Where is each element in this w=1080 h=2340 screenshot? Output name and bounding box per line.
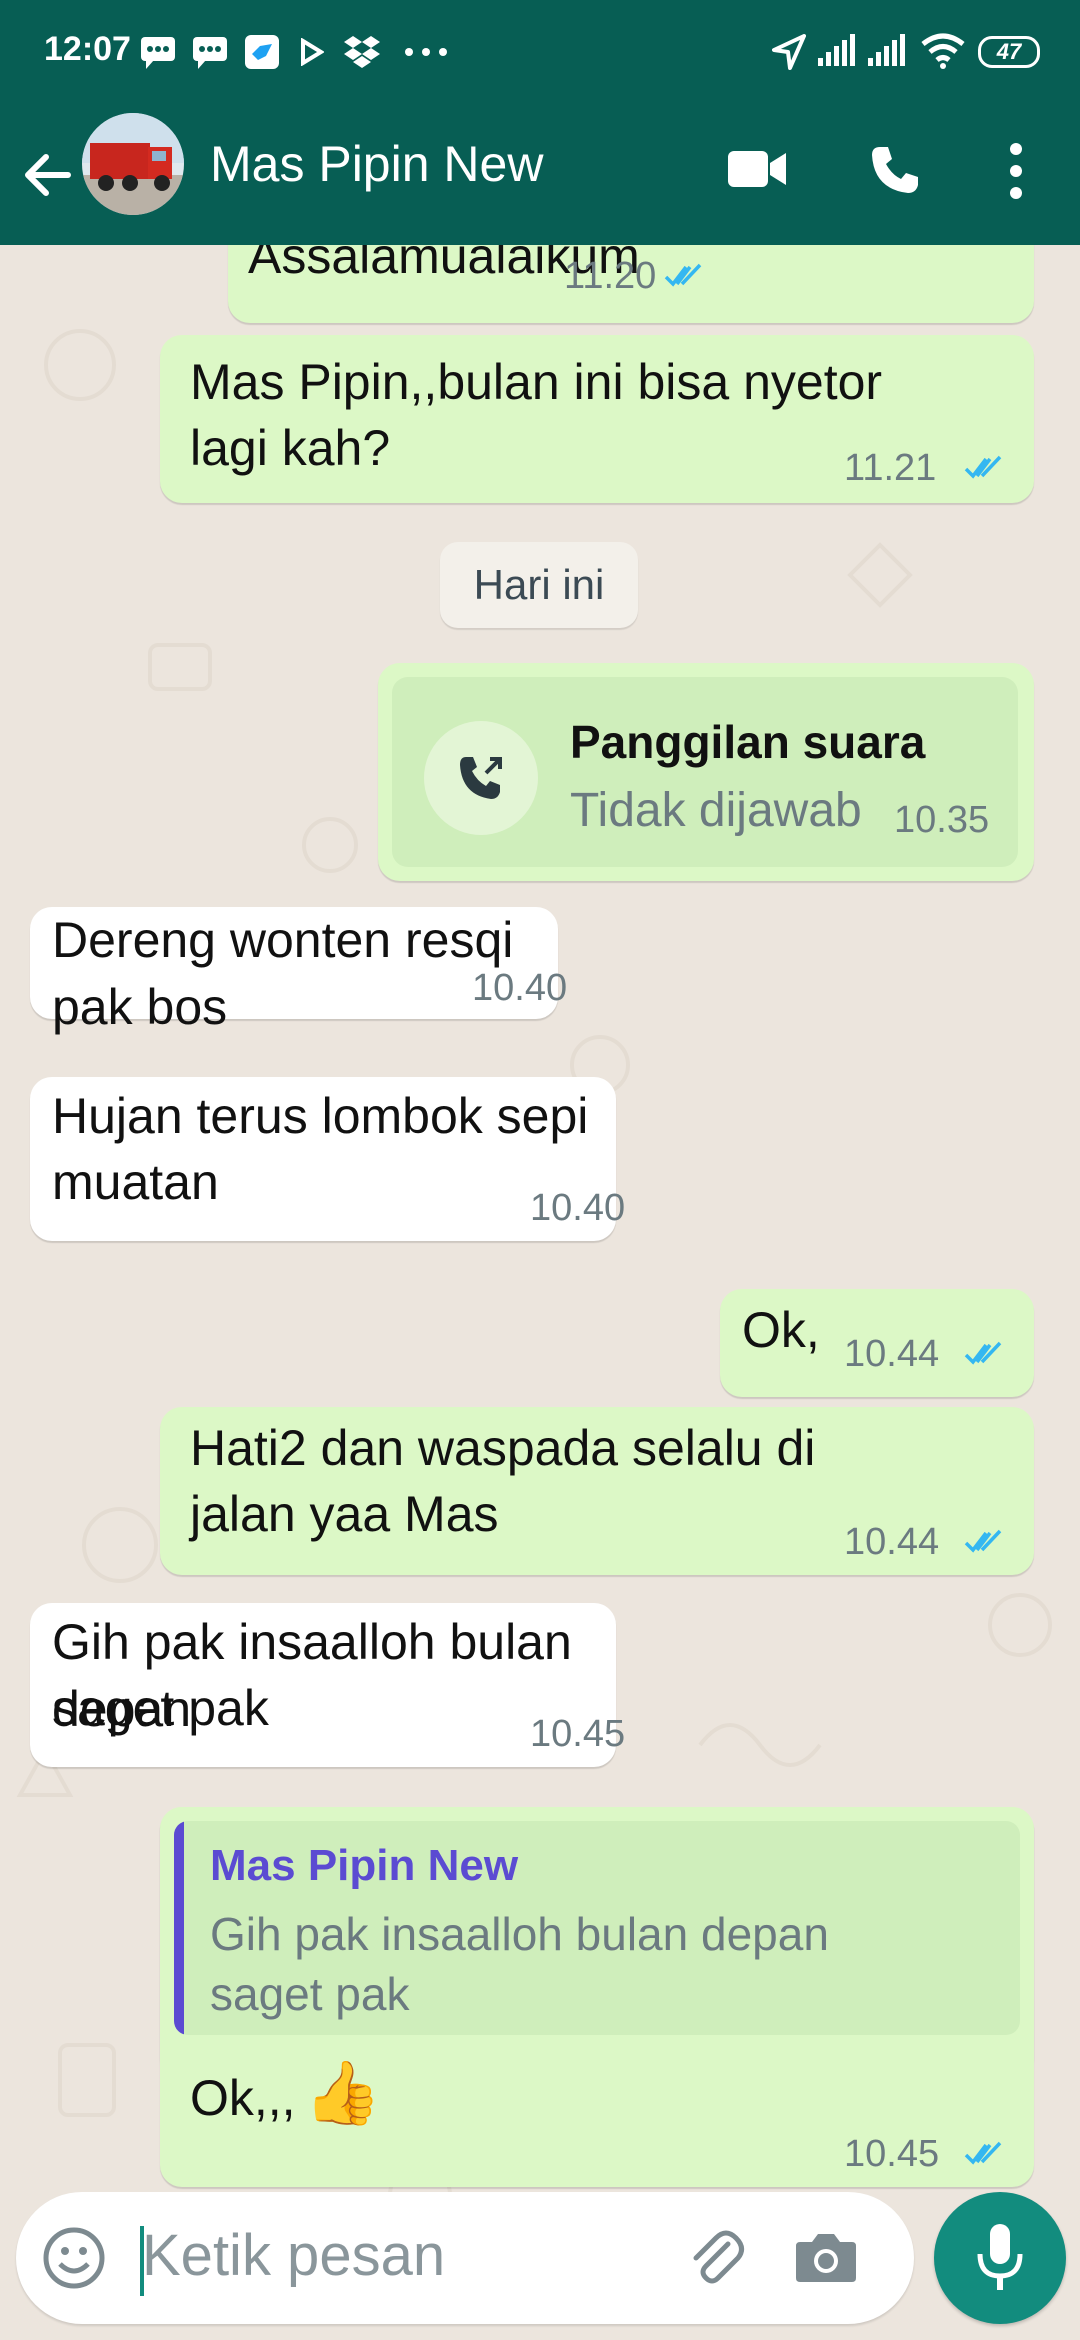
message-time: 10.44 [844, 1333, 940, 1375]
location-icon [772, 34, 806, 70]
message-text-line2: saget pak [52, 1680, 269, 1736]
outgoing-message[interactable]: Mas Pipin,,bulan ini bisa nyetor lagi ka… [160, 335, 1034, 503]
avatar[interactable] [82, 113, 184, 215]
message-time: 10.44 [844, 1521, 940, 1563]
read-ticks-icon [664, 263, 702, 287]
play-icon [301, 38, 324, 66]
phone-icon[interactable] [868, 143, 922, 197]
message-time: 10.40 [530, 1187, 626, 1229]
message-text-line2: lagi kah? [190, 420, 391, 476]
attach-icon[interactable] [684, 2226, 748, 2290]
message-time: 10.45 [844, 2133, 940, 2175]
message-text: Ok, [742, 1302, 820, 1358]
wifi-icon [921, 33, 965, 69]
app-icon [245, 35, 279, 69]
message-text-line1: Mas Pipin,,bulan ini bisa nyetor [190, 354, 883, 410]
outgoing-reply-message[interactable]: Mas Pipin New Gih pak insaalloh bulan de… [160, 1807, 1034, 2187]
outgoing-message[interactable]: Ok, 10.44 [720, 1289, 1034, 1397]
read-ticks-icon [964, 2141, 1002, 2165]
status-time: 12:07 [44, 30, 131, 68]
call-title: Panggilan suara [570, 716, 926, 768]
message-time: 10.35 [894, 799, 990, 841]
call-subtitle: Tidak dijawab [570, 784, 862, 837]
read-ticks-icon [964, 1341, 1002, 1365]
missed-call-icon [460, 757, 502, 799]
message-text-line2: muatan [52, 1154, 219, 1210]
quote-bar [174, 1821, 184, 2035]
signal-icon [818, 34, 855, 66]
chat-area[interactable]: Assalamualaikum 11.20 Mas Pipin,,bulan i… [0, 245, 1080, 2340]
outgoing-message[interactable]: Assalamualaikum 11.20 [228, 245, 1034, 323]
truck-avatar-image [82, 113, 184, 215]
battery-level: 47 [996, 39, 1022, 64]
mic-button[interactable] [934, 2192, 1066, 2324]
call-icon-circle [424, 721, 538, 835]
mic-icon [977, 2224, 1023, 2290]
message-input[interactable]: Ketik pesan [142, 2222, 445, 2289]
quote-text-line1: Gih pak insaalloh bulan depan [210, 1908, 829, 1960]
quote-text-line2: saget pak [210, 1968, 410, 2020]
read-ticks-icon [964, 1529, 1002, 1553]
outgoing-message[interactable]: Hati2 dan waspada selalu di jalan yaa Ma… [160, 1407, 1034, 1575]
kebab-menu-icon[interactable] [1004, 141, 1028, 201]
date-separator: Hari ini [440, 542, 638, 628]
incoming-message[interactable]: Gih pak insaalloh bulan depan saget pak … [30, 1603, 625, 1767]
message-text: Ok,,, [190, 2070, 296, 2126]
quoted-message[interactable]: Mas Pipin New Gih pak insaalloh bulan de… [174, 1821, 1020, 2035]
quote-author: Mas Pipin New [210, 1841, 519, 1890]
call-card: Panggilan suara Tidak dijawab 10.35 [392, 677, 1018, 867]
message-time: 11.20 [564, 255, 657, 297]
message-time: 10.40 [472, 967, 568, 1009]
incoming-message[interactable]: Hujan terus lombok sepi muatan 10.40 [30, 1077, 625, 1241]
contact-name[interactable]: Mas Pipin New [210, 135, 543, 193]
signal-icon [868, 34, 905, 66]
message-composer: Ketik pesan [16, 2192, 914, 2324]
dropbox-icon [344, 36, 380, 68]
message-text-line1: Hujan terus lombok sepi [52, 1088, 589, 1144]
message-text-line1: Hati2 dan waspada selalu di [190, 1420, 816, 1476]
emoji-icon[interactable] [42, 2226, 106, 2290]
incoming-message[interactable]: Dereng wonten resqi pak bos 10.40 [30, 907, 567, 1035]
status-bar: 12:07 47 [0, 0, 1080, 105]
video-call-icon[interactable] [726, 147, 788, 191]
back-arrow-icon[interactable] [20, 151, 72, 199]
voice-call-message[interactable]: Panggilan suara Tidak dijawab 10.35 [378, 663, 1034, 881]
message-time: 10.45 [530, 1713, 626, 1755]
message-icon [141, 37, 175, 69]
message-text-line2: jalan yaa Mas [190, 1486, 499, 1542]
battery-icon: 47 [978, 36, 1040, 68]
message-icon [193, 37, 227, 69]
thumbs-up-emoji: 👍 [304, 2059, 382, 2128]
camera-icon[interactable] [794, 2228, 858, 2284]
message-time: 11.21 [844, 447, 937, 489]
more-dots-icon [405, 48, 447, 56]
chat-header: Mas Pipin New [0, 105, 1080, 245]
read-ticks-icon [964, 455, 1002, 479]
